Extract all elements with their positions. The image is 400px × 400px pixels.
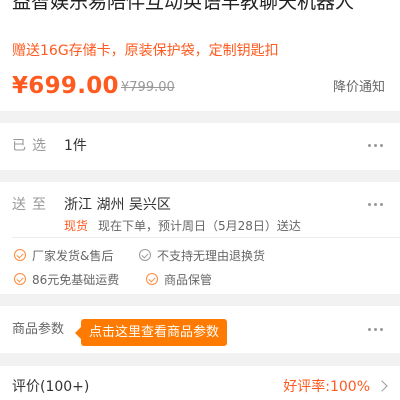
product-detail-page: 益智娱乐易陪伴互动英语早教聊天机器人 赠送16G存储卡，原装保护袋，定制钥匙扣 … (0, 0, 400, 400)
divider (12, 237, 400, 238)
more-icon[interactable] (368, 328, 384, 332)
check-circle-icon (146, 273, 158, 285)
selected-value: 1件 (64, 138, 87, 154)
promo-text: 赠送16G存储卡，原装保护袋，定制钥匙扣 (12, 43, 279, 59)
selected-label: 已选 (12, 138, 52, 154)
positive-rate: 好评率:100% (283, 379, 370, 395)
check-circle-icon (14, 273, 26, 285)
delivery-address[interactable]: 浙江 湖州 吴兴区 (64, 196, 171, 214)
product-params-row[interactable]: 商品参数 点击这里查看商品参数 (0, 306, 400, 353)
params-label: 商品参数 (12, 322, 65, 337)
service-item-free-shipping: 86元免基础运费 (14, 272, 119, 288)
service-item-storage: 商品保管 (146, 272, 212, 288)
selected-spec-row[interactable]: 已选 1件 (0, 123, 400, 170)
more-icon[interactable] (368, 203, 384, 207)
original-price: ¥799.00 (121, 80, 175, 95)
service-label: 厂家发货&售后 (32, 249, 114, 263)
service-item-no-return: 不支持无理由退换货 (139, 248, 265, 264)
delivery-section: 送至 浙江 湖州 吴兴区 现货 现在下单，预计周日（5月28日）送达 厂家发货&… (0, 182, 400, 294)
delivery-label: 送至 (12, 197, 52, 213)
check-circle-icon (14, 249, 26, 261)
more-icon[interactable] (368, 144, 384, 148)
params-tooltip[interactable]: 点击这里查看商品参数 (74, 319, 228, 346)
reviews-row[interactable]: 评价(100+) 好评率:100% (0, 366, 400, 400)
product-info-card: 益智娱乐易陪伴互动英语早教聊天机器人 赠送16G存储卡，原装保护袋，定制钥匙扣 … (0, 0, 400, 111)
stock-badge: 现货 (64, 219, 89, 233)
delivery-estimate: 现在下单，预计周日（5月28日）送达 (98, 219, 301, 233)
price-drop-notify-link[interactable]: 降价通知 (333, 80, 385, 96)
service-label: 不支持无理由退换货 (157, 249, 266, 263)
current-price: ¥699.00 (12, 73, 119, 99)
product-title: 益智娱乐易陪伴互动英语早教聊天机器人 (12, 0, 355, 13)
price-row: ¥699.00 ¥799.00 降价通知 (12, 72, 388, 102)
reviews-count-label: 评价(100+) (12, 379, 90, 395)
service-label: 商品保管 (164, 273, 213, 287)
chevron-right-icon[interactable] (376, 380, 388, 392)
service-item-manufacturer: 厂家发货&售后 (14, 248, 113, 264)
service-label: 86元免基础运费 (32, 273, 120, 287)
check-circle-icon (139, 249, 151, 261)
